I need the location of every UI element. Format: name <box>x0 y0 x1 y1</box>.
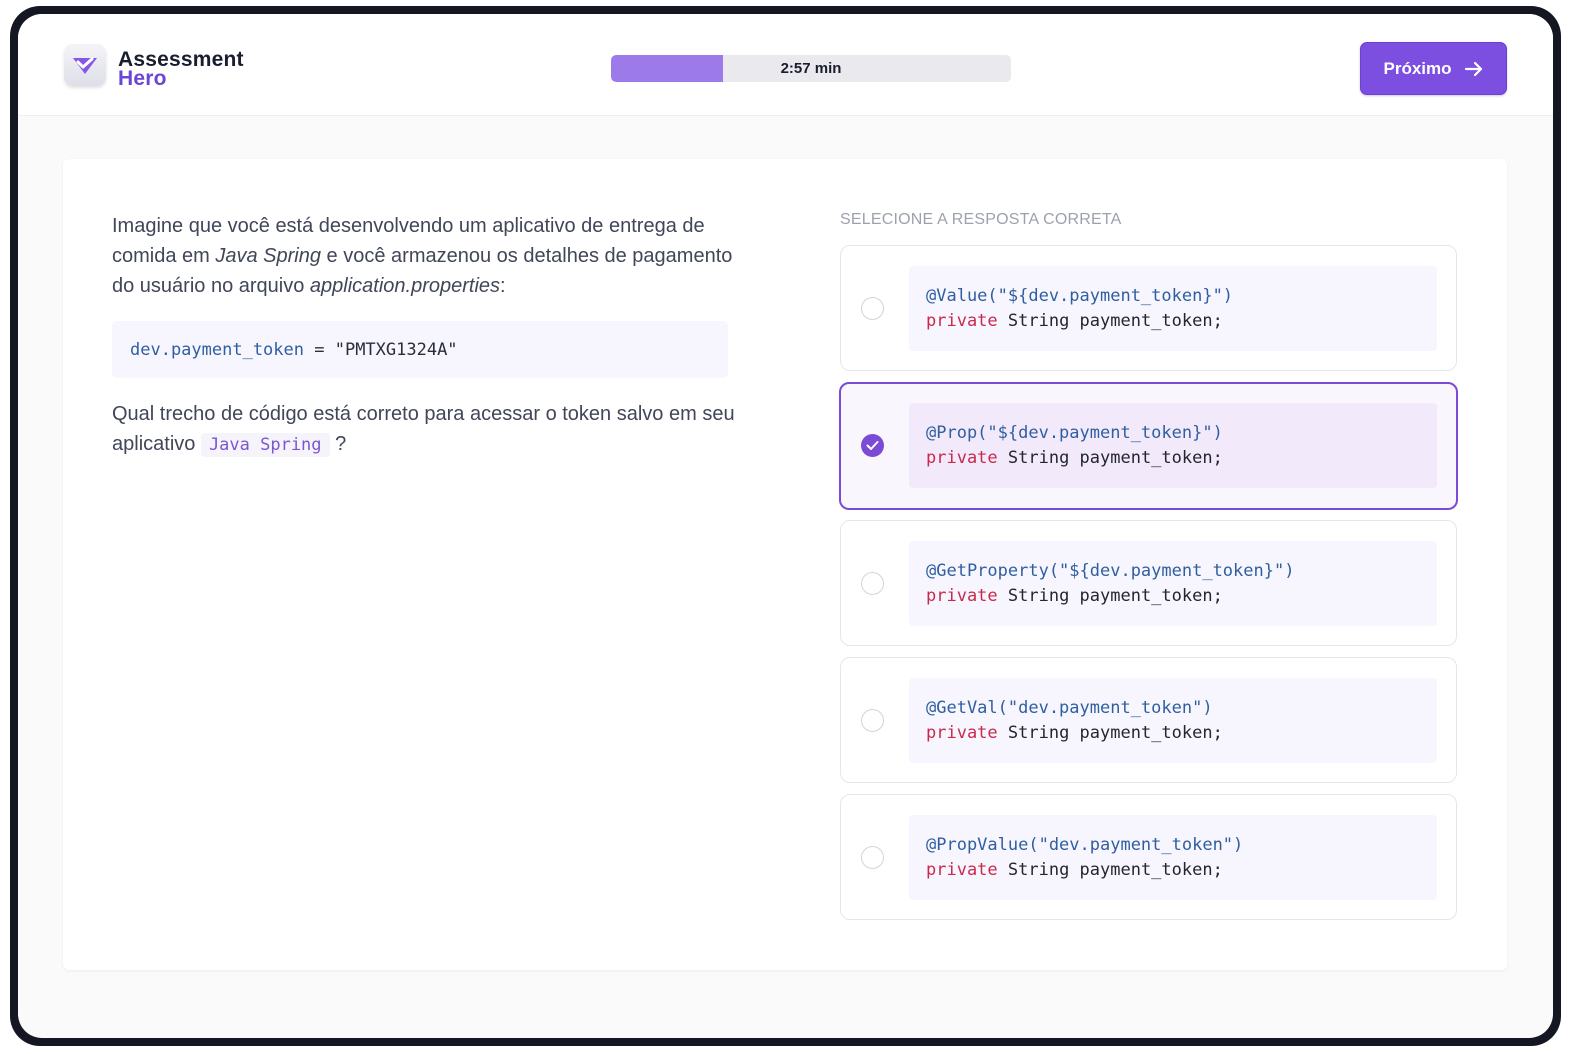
logo <box>64 44 106 86</box>
brand-name-line2: Hero <box>118 67 167 90</box>
check-icon <box>866 441 879 450</box>
code-annotation: @Prop("${dev.payment_token}") <box>926 423 1223 443</box>
code-declaration: String payment_token; <box>997 311 1223 331</box>
answer-code: @GetVal("dev.payment_token") private Str… <box>909 678 1437 763</box>
answer-option-2[interactable]: @Prop("${dev.payment_token}") private St… <box>839 382 1458 510</box>
code-declaration: String payment_token; <box>997 723 1223 743</box>
code-keyword: private <box>926 586 998 606</box>
radio-button-checked[interactable] <box>861 434 884 457</box>
top-bar: Assessment Hero 2:57 min Próximo <box>18 14 1553 116</box>
answer-option-4[interactable]: @GetVal("dev.payment_token") private Str… <box>840 657 1457 783</box>
code-keyword: private <box>926 723 998 743</box>
code-keyword: private <box>926 311 998 331</box>
arrow-right-icon <box>1464 61 1482 76</box>
answer-code: @PropValue("dev.payment_token") private … <box>909 815 1437 900</box>
next-button-label: Próximo <box>1383 58 1452 78</box>
code-declaration: String payment_token; <box>997 860 1223 880</box>
question-part: ? <box>329 433 347 455</box>
code-annotation: @PropValue("dev.payment_token") <box>926 835 1244 855</box>
code-equals: = <box>304 339 335 360</box>
code-declaration: String payment_token; <box>997 586 1223 606</box>
answer-code: @Prop("${dev.payment_token}") private St… <box>909 403 1437 488</box>
question-card: Imagine que você está desenvolvendo um a… <box>63 159 1507 970</box>
radio-button[interactable] <box>861 297 884 320</box>
radio-button[interactable] <box>861 572 884 595</box>
code-declaration: String payment_token; <box>997 448 1223 468</box>
question-text: Imagine que você está desenvolvendo um a… <box>112 211 737 301</box>
question-emphasis-file: application.properties <box>309 275 501 297</box>
timer-text: 2:57 min <box>780 60 842 77</box>
code-key: dev.payment_token <box>130 339 304 360</box>
code-annotation: @GetProperty("${dev.payment_token}") <box>926 561 1295 581</box>
radio-button[interactable] <box>861 709 884 732</box>
inline-code-framework: Java Spring <box>200 433 330 457</box>
properties-code-block: dev.payment_token = "PMTXG1324A" <box>112 321 728 378</box>
timer-progress-bar: 2:57 min <box>611 55 1011 82</box>
answer-option-1[interactable]: @Value("${dev.payment_token}") private S… <box>840 245 1457 371</box>
answers-heading: SELECIONE A RESPOSTA CORRETA <box>840 211 1122 228</box>
question-prompt: Qual trecho de código está correto para … <box>112 399 737 460</box>
app-screen: Assessment Hero 2:57 min Próximo Imagine… <box>18 14 1553 1038</box>
check-shield-icon <box>73 57 97 74</box>
code-keyword: private <box>926 860 998 880</box>
code-annotation: @GetVal("dev.payment_token") <box>926 698 1213 718</box>
next-button[interactable]: Próximo <box>1360 42 1507 95</box>
answer-option-5[interactable]: @PropValue("dev.payment_token") private … <box>840 794 1457 920</box>
answer-code: @GetProperty("${dev.payment_token}") pri… <box>909 541 1437 626</box>
answer-code: @Value("${dev.payment_token}") private S… <box>909 266 1437 351</box>
code-keyword: private <box>926 448 998 468</box>
question-part: : <box>500 275 506 297</box>
answer-option-3[interactable]: @GetProperty("${dev.payment_token}") pri… <box>840 520 1457 646</box>
code-value: "PMTXG1324A" <box>334 339 458 360</box>
code-annotation: @Value("${dev.payment_token}") <box>926 286 1234 306</box>
device-frame: Assessment Hero 2:57 min Próximo Imagine… <box>10 6 1561 1046</box>
question-emphasis-framework: Java Spring <box>215 245 321 267</box>
radio-button[interactable] <box>861 846 884 869</box>
